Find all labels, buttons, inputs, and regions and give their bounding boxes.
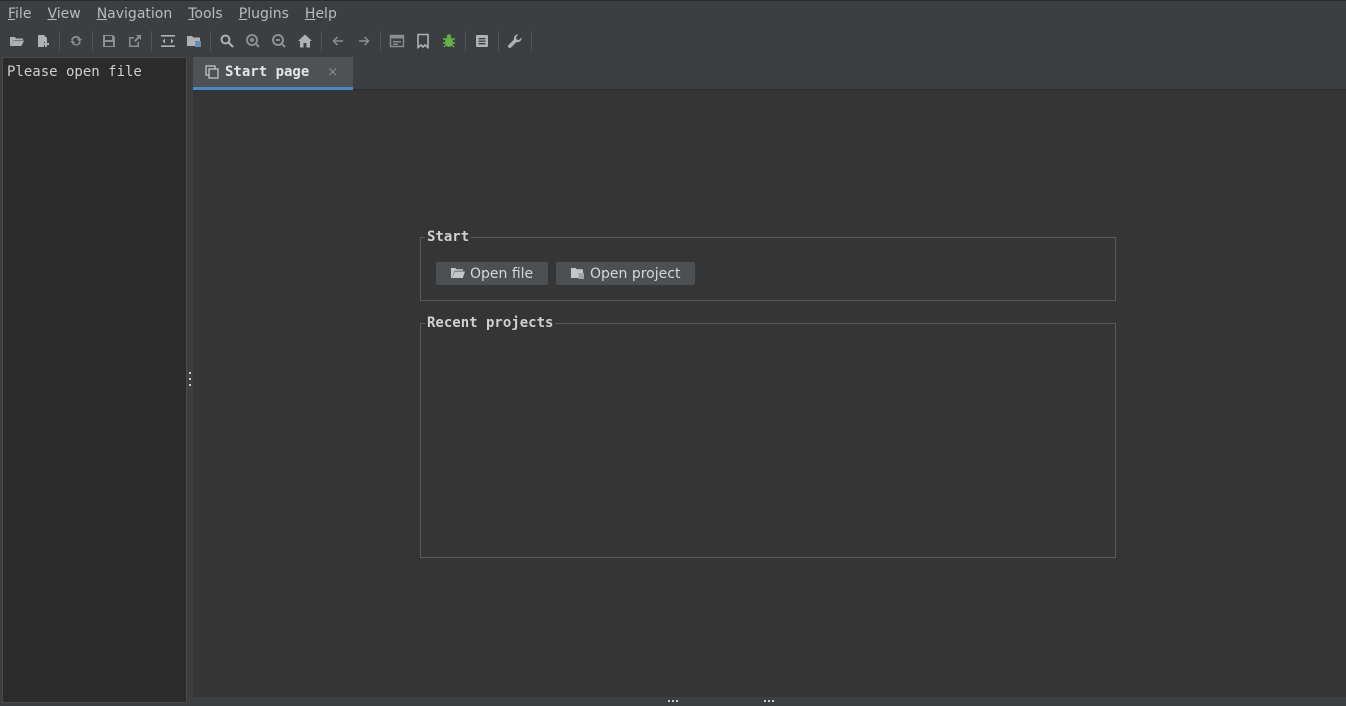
open-folder-icon[interactable] [6,30,28,52]
forward-arrow-icon[interactable] [353,30,375,52]
open-project-icon [571,268,584,279]
home-icon[interactable] [294,30,316,52]
menu-navigation-label: avigation [107,5,173,22]
menu-view-mnemonic: V [47,5,57,22]
splitter-grip-icon[interactable] [189,372,191,386]
search-usage-icon[interactable] [242,30,264,52]
please-open-file-message: Please open file [7,64,142,80]
file-tree-panel[interactable]: Please open file [2,57,187,703]
toolbar-separator [210,31,211,51]
open-project-icon[interactable] [183,30,205,52]
toolbar [0,26,1346,56]
export-icon[interactable] [124,30,146,52]
menu-navigation-mnemonic: N [96,5,108,22]
menu-view-label: iew [56,5,81,22]
start-group-title: Start [425,229,472,245]
open-folder-icon [451,268,465,278]
toolbar-separator [321,31,322,51]
add-file-icon[interactable] [32,30,54,52]
menu-view[interactable]: View [39,1,88,27]
search-text-icon[interactable] [268,30,290,52]
toolbar-separator [531,31,532,51]
recent-projects-group: Recent projects [420,315,1116,558]
open-project-label: Open project [590,265,681,282]
start-page-icon [205,65,219,79]
decompile-icon[interactable] [157,30,179,52]
toolbar-separator [465,31,466,51]
splitter-grip-icon[interactable] [764,700,774,702]
tab-bar: Start page × [193,57,1346,90]
menu-tools-label: ools [194,5,223,22]
recent-projects-title: Recent projects [425,315,556,331]
log-icon[interactable] [386,30,408,52]
tab-start-page[interactable]: Start page × [193,57,353,90]
open-file-button[interactable]: Open file [436,262,549,285]
tab-label: Start page [225,64,310,80]
save-icon[interactable] [98,30,120,52]
menu-tools[interactable]: Tools [180,1,231,27]
menu-plugins-mnemonic: P [238,5,248,22]
bookmark-icon[interactable] [412,30,434,52]
close-icon[interactable]: × [327,65,338,80]
search-icon[interactable] [216,30,238,52]
menu-help-label: elp [315,5,337,22]
menu-help-mnemonic: H [304,5,316,22]
toolbar-separator [380,31,381,51]
preferences-wrench-icon[interactable] [504,30,526,52]
menu-file[interactable]: File [0,1,39,27]
start-group: Start Open file Open project [420,229,1116,301]
toolbar-separator [59,31,60,51]
start-page-content: Start Open file Open project Recent proj… [193,90,1346,697]
debug-bug-icon[interactable] [438,30,460,52]
show-log-icon[interactable] [471,30,493,52]
menu-bar: File View Navigation Tools Plugins Help [0,0,1346,26]
menu-file-label: ile [15,5,32,22]
toolbar-separator [92,31,93,51]
menu-plugins-label: lugins [247,5,289,22]
splitter-grip-icon[interactable] [668,700,678,702]
toolbar-separator [498,31,499,51]
toolbar-separator [151,31,152,51]
back-arrow-icon[interactable] [327,30,349,52]
menu-plugins[interactable]: Plugins [231,1,297,27]
open-file-label: Open file [470,265,534,282]
menu-file-mnemonic: F [8,5,16,22]
open-project-button[interactable]: Open project [556,262,696,285]
reload-icon[interactable] [65,30,87,52]
menu-help[interactable]: Help [297,1,345,27]
menu-navigation[interactable]: Navigation [89,1,181,27]
